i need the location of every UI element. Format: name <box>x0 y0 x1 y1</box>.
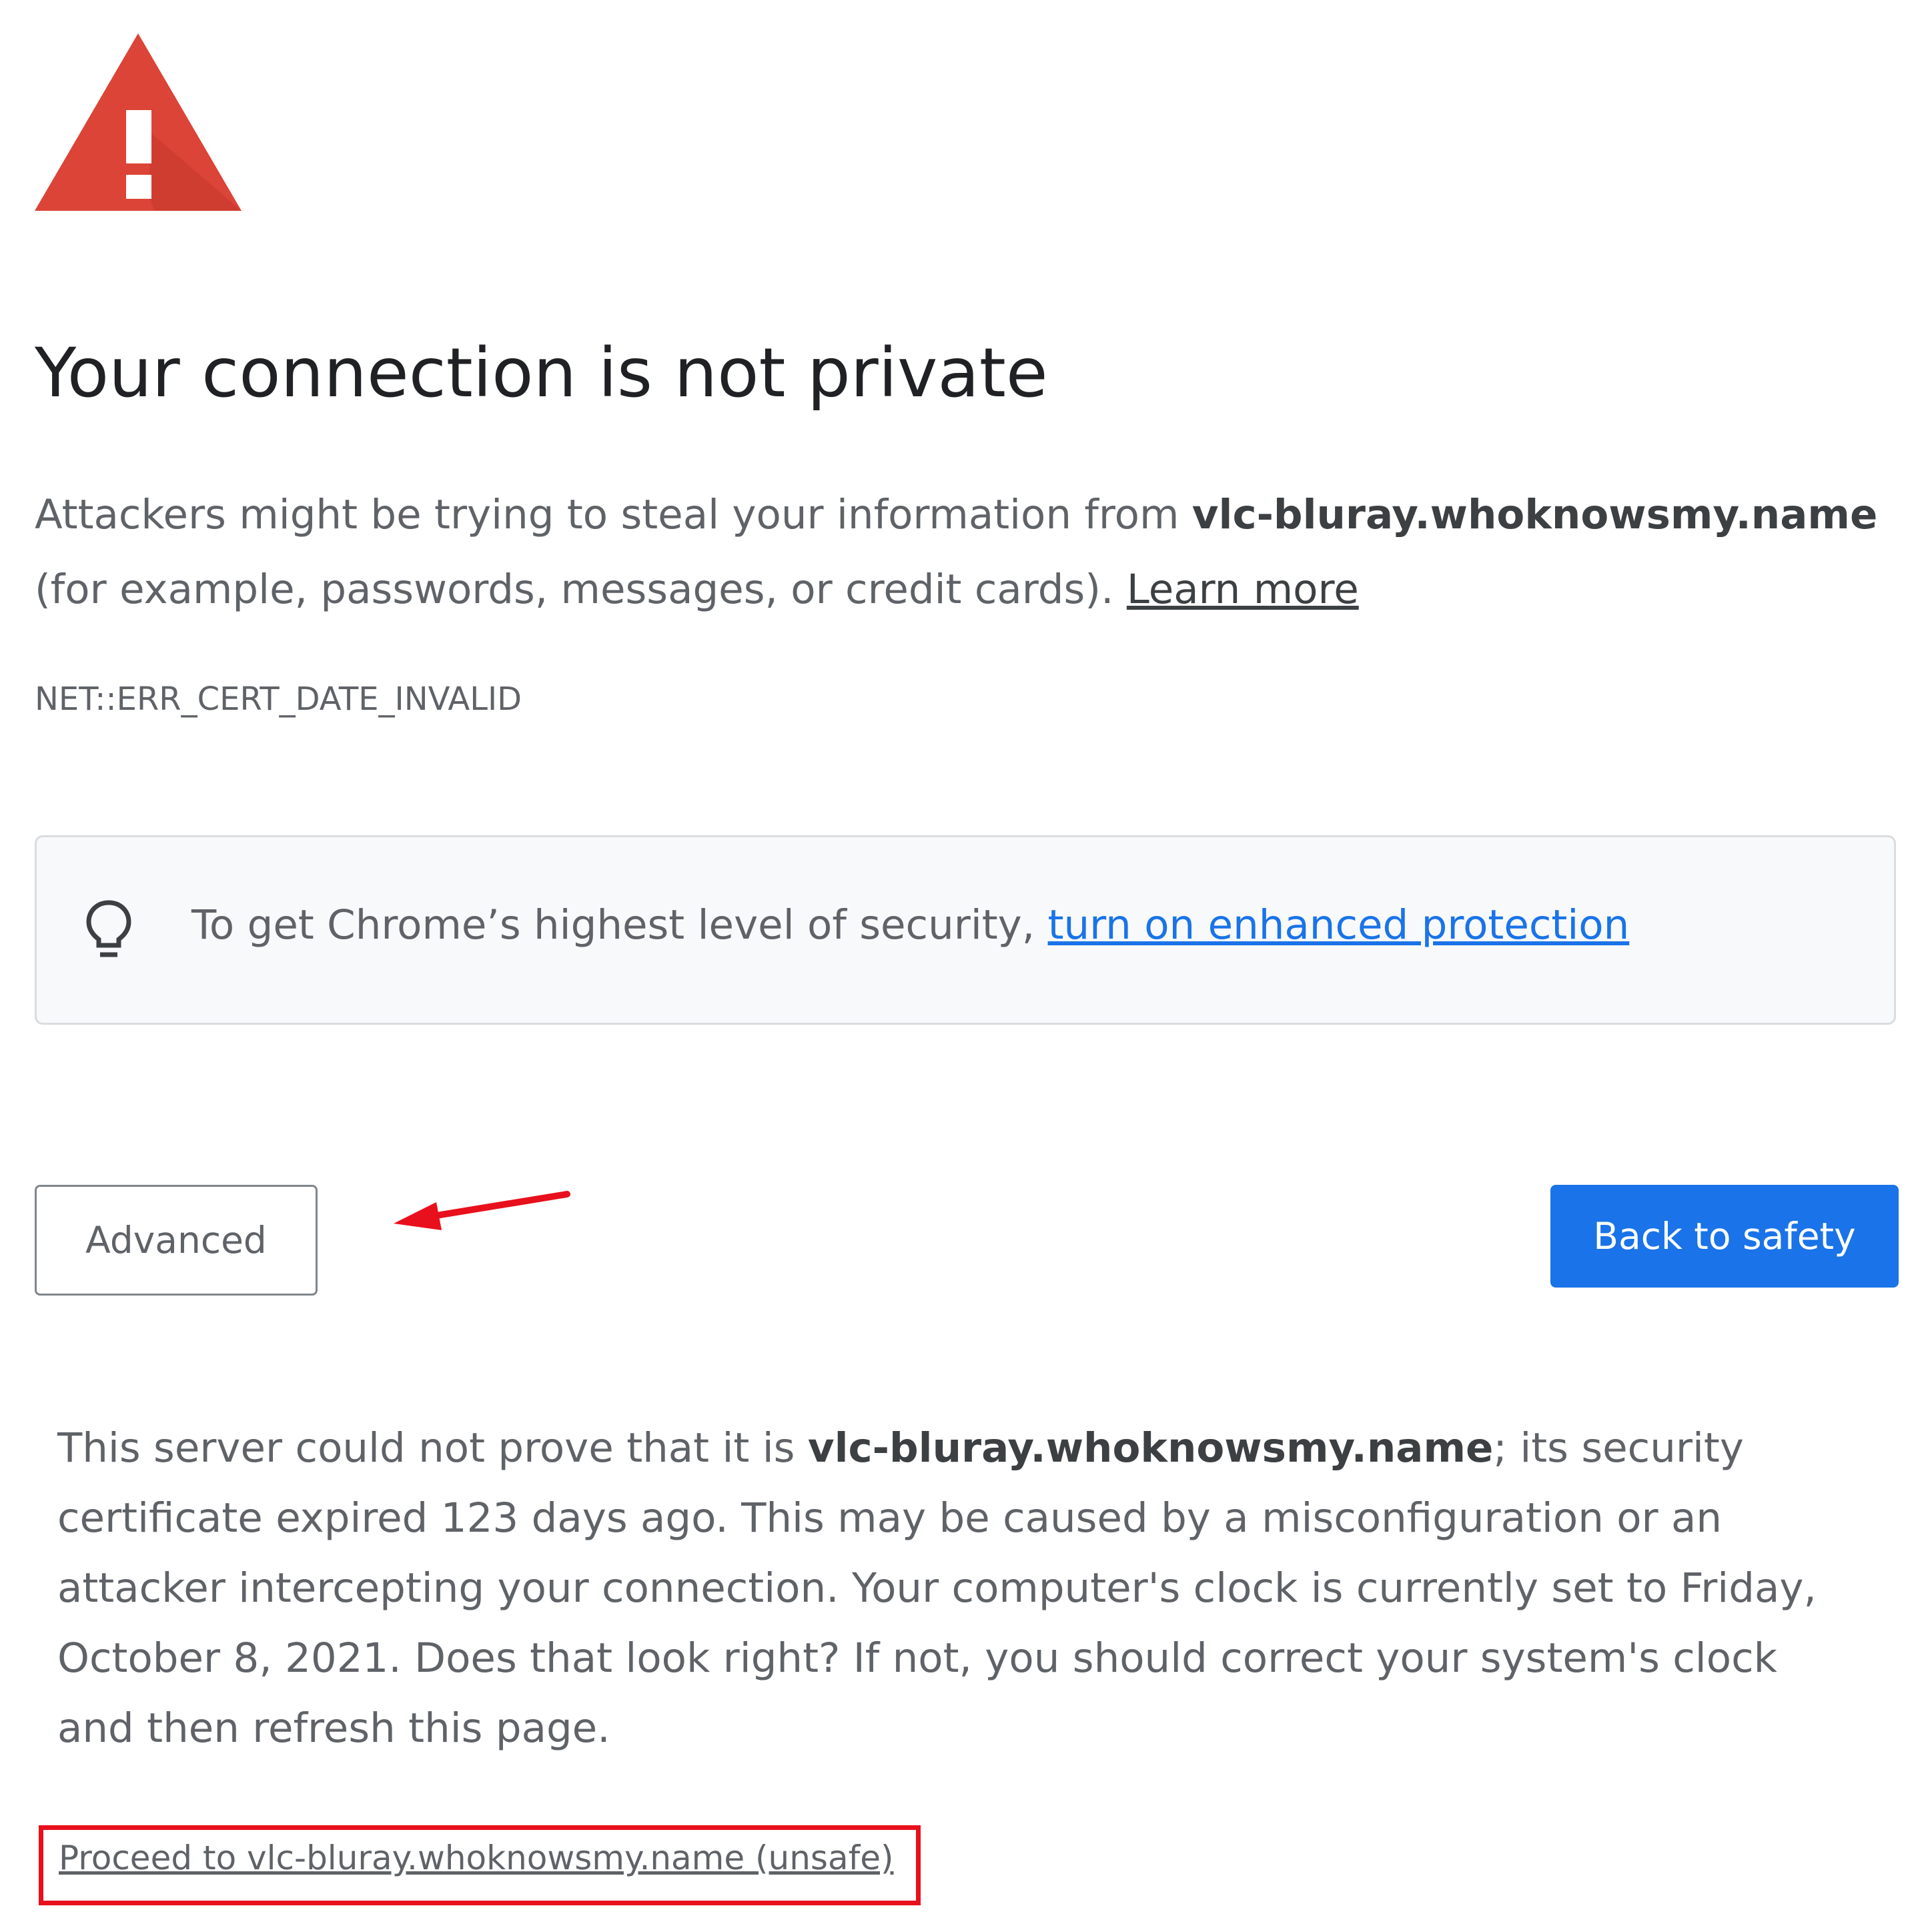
back-to-safety-button[interactable]: Back to safety <box>1550 1185 1899 1288</box>
error-code: NET::ERR_CERT_DATE_INVALID <box>35 680 522 718</box>
details-text-after: ; its security certificate expired 123 d… <box>57 1424 1817 1752</box>
lightbulb-icon <box>86 900 131 957</box>
enhanced-protection-box: To get Chrome’s highest level of securit… <box>35 835 1896 1025</box>
intro-domain: vlc-bluray.whoknowsmy.name <box>1191 491 1878 538</box>
details-paragraph: This server could not prove that it is v… <box>57 1413 1859 1763</box>
intro-text-before: Attackers might be trying to steal your … <box>35 491 1192 538</box>
advanced-button[interactable]: Advanced <box>35 1185 318 1296</box>
details-domain: vlc-bluray.whoknowsmy.name <box>807 1424 1494 1472</box>
annotation-arrow-icon <box>394 1191 570 1230</box>
proceed-unsafe-link[interactable]: Proceed to vlc-bluray.whoknowsmy.name (u… <box>59 1839 894 1877</box>
details-text-before: This server could not prove that it is <box>57 1424 808 1472</box>
enhanced-protection-prefix: To get Chrome’s highest level of securit… <box>191 901 1048 949</box>
enhanced-protection-link[interactable]: turn on enhanced protection <box>1048 901 1630 949</box>
page-title: Your connection is not private <box>35 334 1048 413</box>
enhanced-protection-text: To get Chrome’s highest level of securit… <box>191 901 1629 949</box>
intro-text-after: (for example, passwords, messages, or cr… <box>35 566 1127 613</box>
intro-paragraph: Attackers might be trying to steal your … <box>35 478 1897 627</box>
warning-triangle-icon <box>35 33 242 211</box>
learn-more-link[interactable]: Learn more <box>1127 566 1359 613</box>
